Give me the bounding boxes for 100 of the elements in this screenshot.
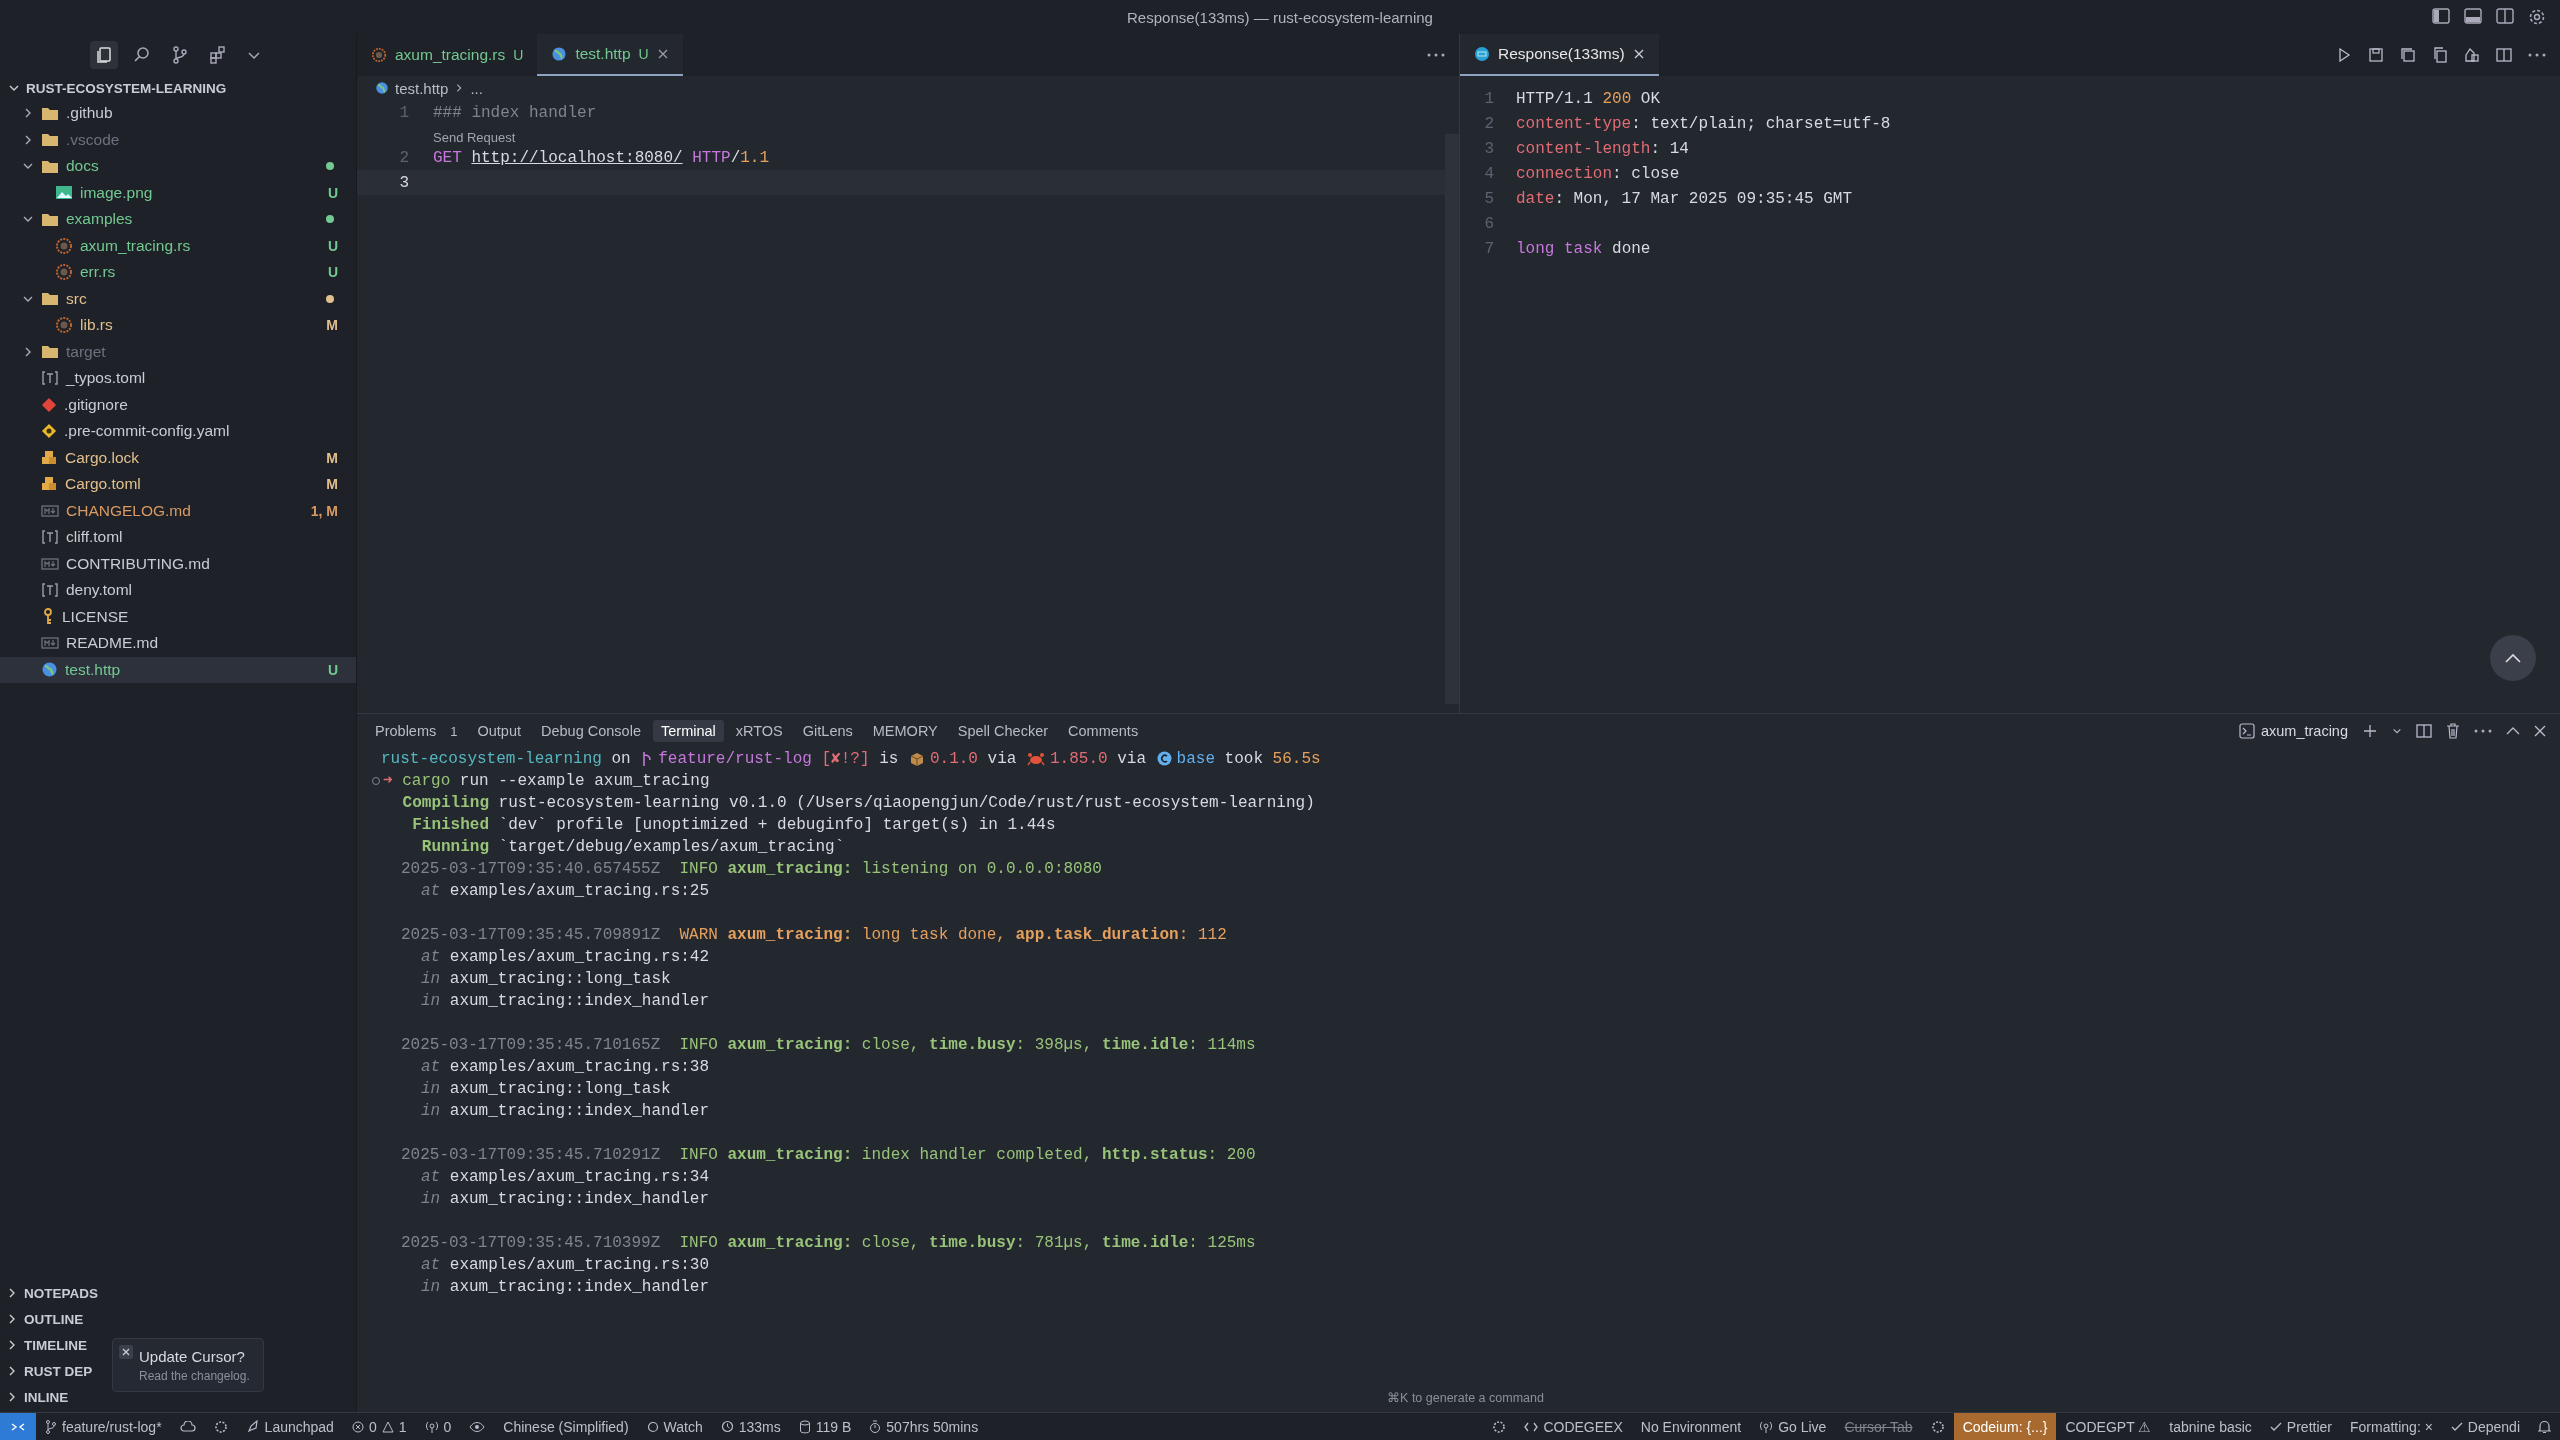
remote-button[interactable] <box>0 1413 36 1440</box>
editor-tab[interactable]: axum_tracing.rs U <box>357 34 538 76</box>
tab-label: xRTOS <box>735 723 783 739</box>
file-tree-item[interactable]: CONTRIBUTING.md <box>0 550 356 577</box>
breadcrumb-item[interactable]: test.http <box>395 79 449 97</box>
file-tree-item[interactable]: docs <box>0 153 356 180</box>
status-item[interactable]: Cursor Tab <box>1835 1413 1922 1440</box>
status-item[interactable]: Formatting: × <box>2340 1413 2442 1440</box>
more-icon[interactable] <box>2528 53 2546 57</box>
panel-tab[interactable]: Comments <box>1060 720 1147 742</box>
status-item[interactable]: Go Live <box>1750 1413 1836 1440</box>
panel-tab[interactable]: Spell Checker <box>949 720 1057 742</box>
markdown-icon <box>41 504 59 517</box>
explorer-header[interactable]: RUST-ECOSYSTEM-LEARNING <box>0 76 356 100</box>
file-tree-item[interactable]: src <box>0 285 356 312</box>
status-item[interactable]: No Environment <box>1631 1413 1751 1440</box>
file-tree-item[interactable]: deny.toml <box>0 577 356 604</box>
sidebar-section[interactable]: RUST DEP <box>0 1358 93 1384</box>
file-tree-item[interactable]: err.rs U <box>0 259 356 286</box>
git-status-label: 1, M <box>310 502 338 519</box>
panel-tab[interactable]: Output <box>469 720 529 742</box>
file-tree-item[interactable]: CHANGELOG.md 1, M <box>0 497 356 524</box>
chevron-up-icon[interactable] <box>2506 726 2520 736</box>
status-item[interactable]: Launchpad <box>236 1413 343 1440</box>
status-item[interactable]: Chinese (Simplified) <box>494 1413 638 1440</box>
status-item[interactable]: 0 1 <box>342 1413 416 1440</box>
documents-icon[interactable] <box>2464 47 2480 63</box>
file-tree-item[interactable]: README.md <box>0 630 356 657</box>
status-item[interactable]: Dependi <box>2441 1413 2529 1440</box>
file-tree-item[interactable]: axum_tracing.rs U <box>0 232 356 259</box>
play-icon[interactable] <box>2336 47 2352 63</box>
window-title: Response(133ms) — rust-ecosystem-learning <box>1127 8 1433 26</box>
status-item[interactable]: Prettier <box>2260 1413 2341 1440</box>
panel-toggle-icon[interactable] <box>2464 8 2482 24</box>
panel-tab[interactable]: Terminal <box>653 720 724 742</box>
status-item[interactable]: Watch <box>637 1413 712 1440</box>
file-tree-item[interactable]: image.png U <box>0 179 356 206</box>
editor-tab[interactable]: test.http U <box>537 34 683 76</box>
close-icon[interactable] <box>119 1345 133 1359</box>
settings-icon[interactable] <box>2528 8 2546 26</box>
plus-icon[interactable] <box>2362 723 2378 739</box>
changelog-link[interactable]: Read the changelog. <box>139 1368 263 1383</box>
sidebar-section[interactable]: INLINE <box>0 1384 69 1410</box>
panel-tab[interactable]: Problems 1 <box>367 720 466 742</box>
status-item[interactable]: CODEGEEX <box>1515 1413 1632 1440</box>
panel-tab[interactable]: GitLens <box>794 720 861 742</box>
panel-tab[interactable]: xRTOS <box>727 720 791 742</box>
stopwatch-icon <box>869 1419 882 1434</box>
file-tree-item[interactable]: LICENSE <box>0 603 356 630</box>
status-item[interactable]: 133ms <box>711 1413 790 1440</box>
status-item[interactable]: CODEGPT ⚠ <box>2056 1413 2161 1440</box>
split-editor-icon[interactable] <box>2496 47 2512 63</box>
copy-icon[interactable] <box>2432 47 2448 63</box>
explorer-icon[interactable] <box>90 41 118 69</box>
status-item[interactable]: 0 <box>415 1413 461 1440</box>
file-tree-item[interactable]: .github <box>0 100 356 127</box>
sidebar-toggle-icon[interactable] <box>2432 8 2450 24</box>
panel-tab[interactable]: MEMORY <box>864 720 946 742</box>
close-icon[interactable] <box>656 48 669 60</box>
chevron-down-icon[interactable] <box>2392 726 2402 736</box>
file-tree-item[interactable]: cliff.toml <box>0 524 356 551</box>
code-line: long task done <box>1516 239 1651 258</box>
file-tree-item[interactable]: Cargo.toml M <box>0 471 356 498</box>
status-item[interactable]: 119 B <box>789 1413 861 1440</box>
tab-label: axum_tracing.rs <box>395 46 506 64</box>
source-control-icon[interactable] <box>170 45 190 65</box>
breadcrumb-item[interactable]: ... <box>470 79 483 97</box>
file-tree-item[interactable]: Cargo.lock M <box>0 444 356 471</box>
status-item[interactable]: 507hrs 50mins <box>860 1413 988 1440</box>
close-icon[interactable] <box>2534 725 2546 737</box>
save-all-icon[interactable] <box>2400 47 2416 63</box>
file-tree-item[interactable]: .gitignore <box>0 391 356 418</box>
scroll-to-top-button[interactable] <box>2490 635 2536 681</box>
panel-tab[interactable]: Debug Console <box>533 720 649 742</box>
split-layout-icon[interactable] <box>2496 8 2514 24</box>
response-tab[interactable]: Response(133ms) <box>1460 34 1659 76</box>
send-request-link[interactable]: Send Request <box>433 130 516 145</box>
tab-label: test.http <box>575 45 631 63</box>
save-icon[interactable] <box>2368 47 2384 63</box>
file-tree-item[interactable]: lib.rs M <box>0 312 356 339</box>
file-tree-item[interactable]: examples <box>0 206 356 233</box>
check-icon <box>2269 1420 2282 1433</box>
sidebar-section[interactable]: OUTLINE <box>0 1306 84 1332</box>
more-icon[interactable] <box>1427 53 1445 57</box>
trash-icon[interactable] <box>2446 723 2460 739</box>
sidebar-section[interactable]: NOTEPADS <box>0 1280 98 1306</box>
sidebar-section[interactable]: TIMELINE <box>0 1332 87 1358</box>
close-icon[interactable] <box>1632 48 1645 60</box>
status-item[interactable]: tabnine basic <box>2160 1413 2261 1440</box>
section-title: RUST DEP <box>24 1363 93 1379</box>
log-line: 2025-03-17T09:35:45.710165Z INFO axum_tracing: close, time.busy: 398µs, time.idle: 114ms <box>400 1035 1257 1056</box>
status-item[interactable]: feature/rust-log* <box>36 1413 171 1440</box>
file-tree-item[interactable]: _typos.toml <box>0 365 356 392</box>
status-item[interactable]: Codeium: {...} <box>1953 1413 2057 1440</box>
split-terminal-icon[interactable] <box>2416 723 2432 739</box>
file-tree-item[interactable]: test.http U <box>0 656 356 683</box>
terminal-selector[interactable]: axum_tracing <box>2238 723 2348 739</box>
extensions-icon[interactable] <box>208 45 228 65</box>
more-icon[interactable] <box>2474 729 2492 733</box>
file-tree-item[interactable]: .pre-commit-config.yaml <box>0 418 356 445</box>
